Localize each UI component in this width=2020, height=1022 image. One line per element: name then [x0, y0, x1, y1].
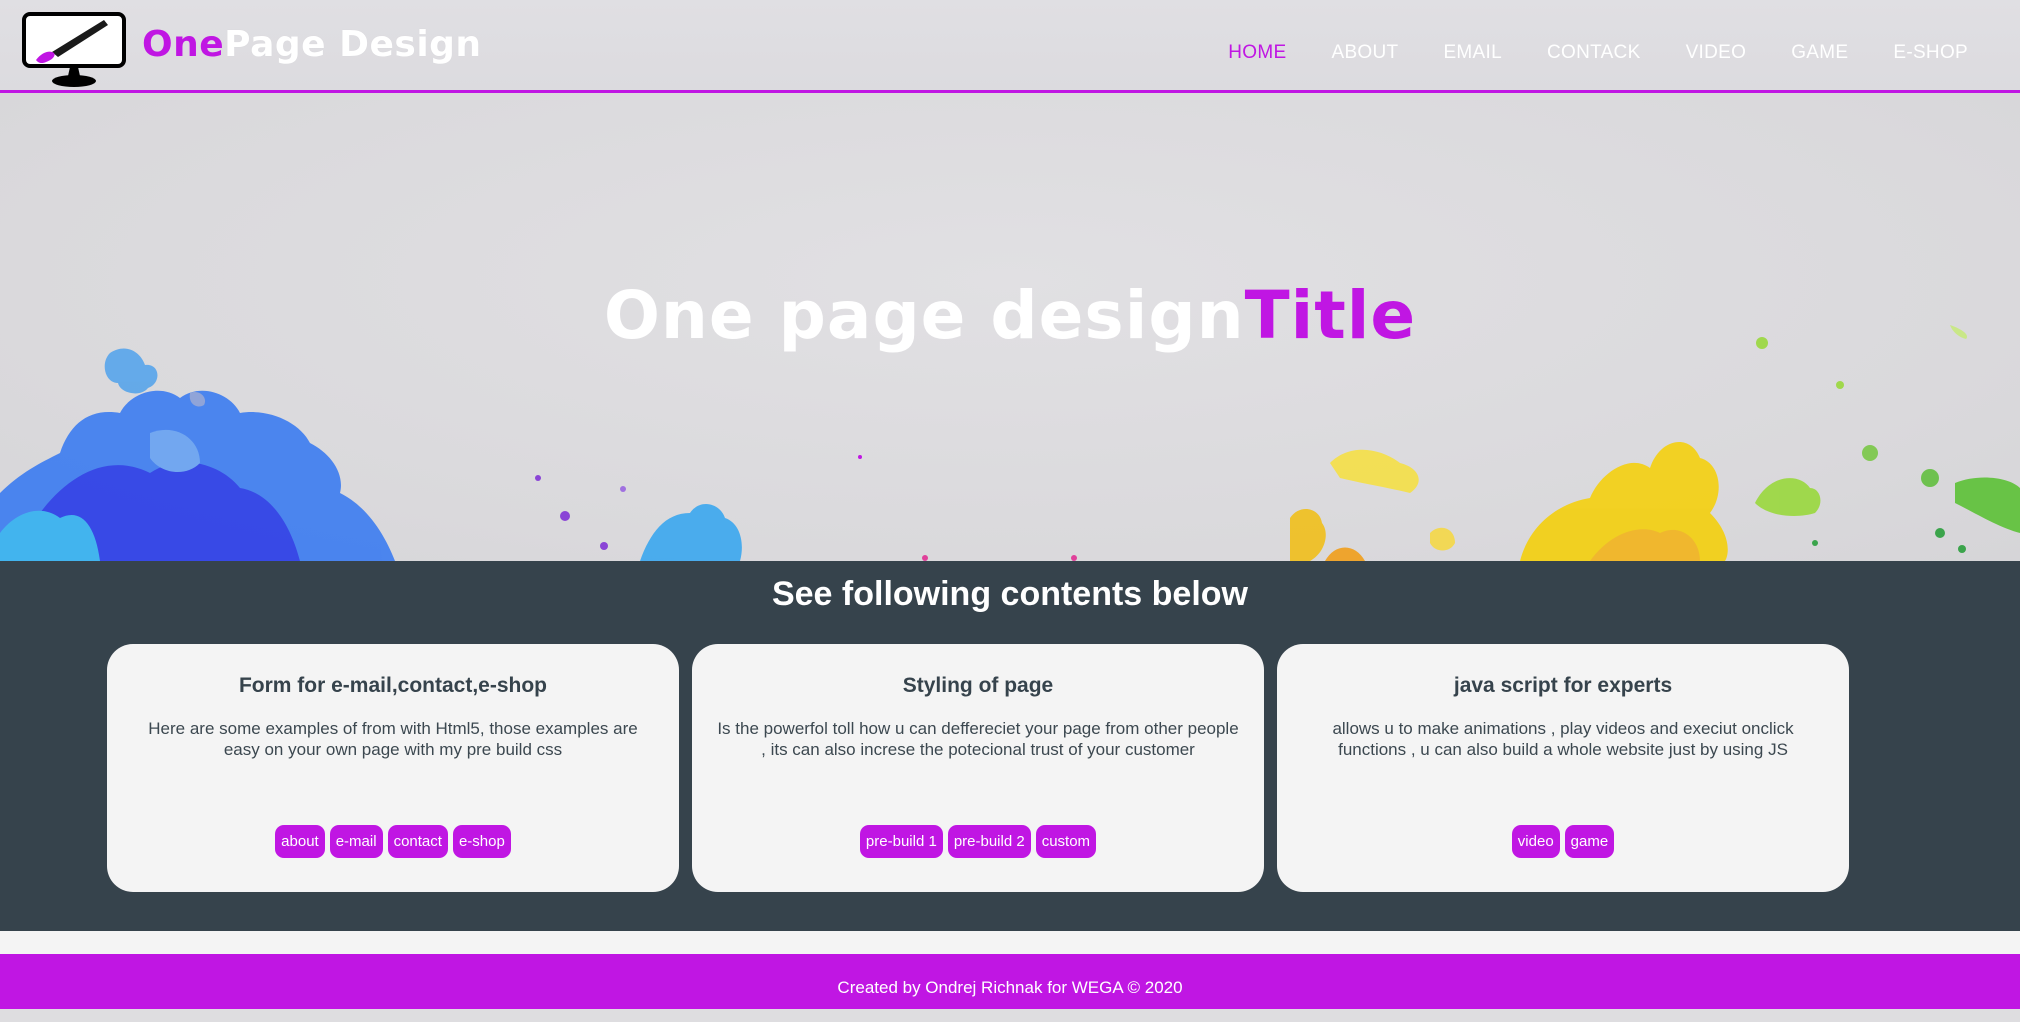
email-button[interactable]: e-mail: [329, 825, 383, 858]
about-button[interactable]: about: [275, 825, 325, 858]
card-title: Form for e-mail,contact,e-shop: [238, 674, 548, 697]
card-forms: Form for e-mail,contact,e-shop Here are …: [107, 644, 679, 892]
hero-title-accent: Title: [1244, 277, 1417, 355]
hero-title: One page designTitle: [0, 277, 2020, 354]
custom-button[interactable]: custom: [1035, 825, 1097, 858]
pre-build-2-button[interactable]: pre-build 2: [947, 825, 1031, 858]
site-footer: Created by Ondrej Richnak for WEGA © 202…: [0, 954, 2020, 1009]
brand-part-one: One: [142, 24, 225, 65]
nav-home[interactable]: HOME: [1228, 42, 1286, 64]
nav-email[interactable]: EMAIL: [1443, 42, 1502, 64]
eshop-button[interactable]: e-shop: [452, 825, 511, 858]
card-javascript: java script for experts allows u to make…: [1277, 644, 1849, 892]
contact-button[interactable]: contact: [387, 825, 448, 858]
card-text: Is the powerfol toll how u can deffereci…: [717, 719, 1239, 759]
section-heading: See following contents below: [771, 575, 1249, 613]
nav-video[interactable]: VIDEO: [1686, 42, 1747, 64]
site-header: OnePage Design HOME ABOUT EMAIL CONTACK …: [0, 0, 2020, 93]
monitor-paintbrush-icon: [22, 12, 126, 87]
nav-contack[interactable]: CONTACK: [1547, 42, 1641, 64]
hero-title-main: One page design: [603, 277, 1245, 355]
card-buttons: pre-build 1 pre-build 2 custom: [692, 825, 1264, 858]
game-button[interactable]: game: [1564, 825, 1615, 858]
pre-build-1-button[interactable]: pre-build 1: [859, 825, 943, 858]
card-buttons: about e-mail contact e-shop: [107, 825, 679, 858]
footer-separator: [0, 931, 2020, 954]
hero-banner: One page designTitle: [0, 93, 2020, 561]
card-styling: Styling of page Is the powerfol toll how…: [692, 644, 1264, 892]
card-text: allows u to make animations , play video…: [1332, 719, 1794, 759]
nav-eshop[interactable]: E-SHOP: [1893, 42, 1968, 64]
card-title: Styling of page: [902, 674, 1054, 697]
nav-about[interactable]: ABOUT: [1331, 42, 1398, 64]
footer-credit: Created by Ondrej Richnak for WEGA © 202…: [837, 978, 1183, 997]
video-button[interactable]: video: [1511, 825, 1560, 858]
nav-game[interactable]: GAME: [1791, 42, 1848, 64]
card-text: Here are some examples of from with Html…: [148, 719, 638, 759]
brand-name: OnePage Design: [142, 24, 482, 65]
logo-link[interactable]: OnePage Design: [22, 12, 481, 87]
card-buttons: video game: [1277, 825, 1849, 858]
brand-part-two: Page Design: [224, 24, 482, 65]
contents-section: See following contents below Form for e-…: [0, 561, 2020, 931]
card-title: java script for experts: [1453, 674, 1673, 697]
main-nav: HOME ABOUT EMAIL CONTACK VIDEO GAME E-SH…: [1183, 42, 1968, 64]
